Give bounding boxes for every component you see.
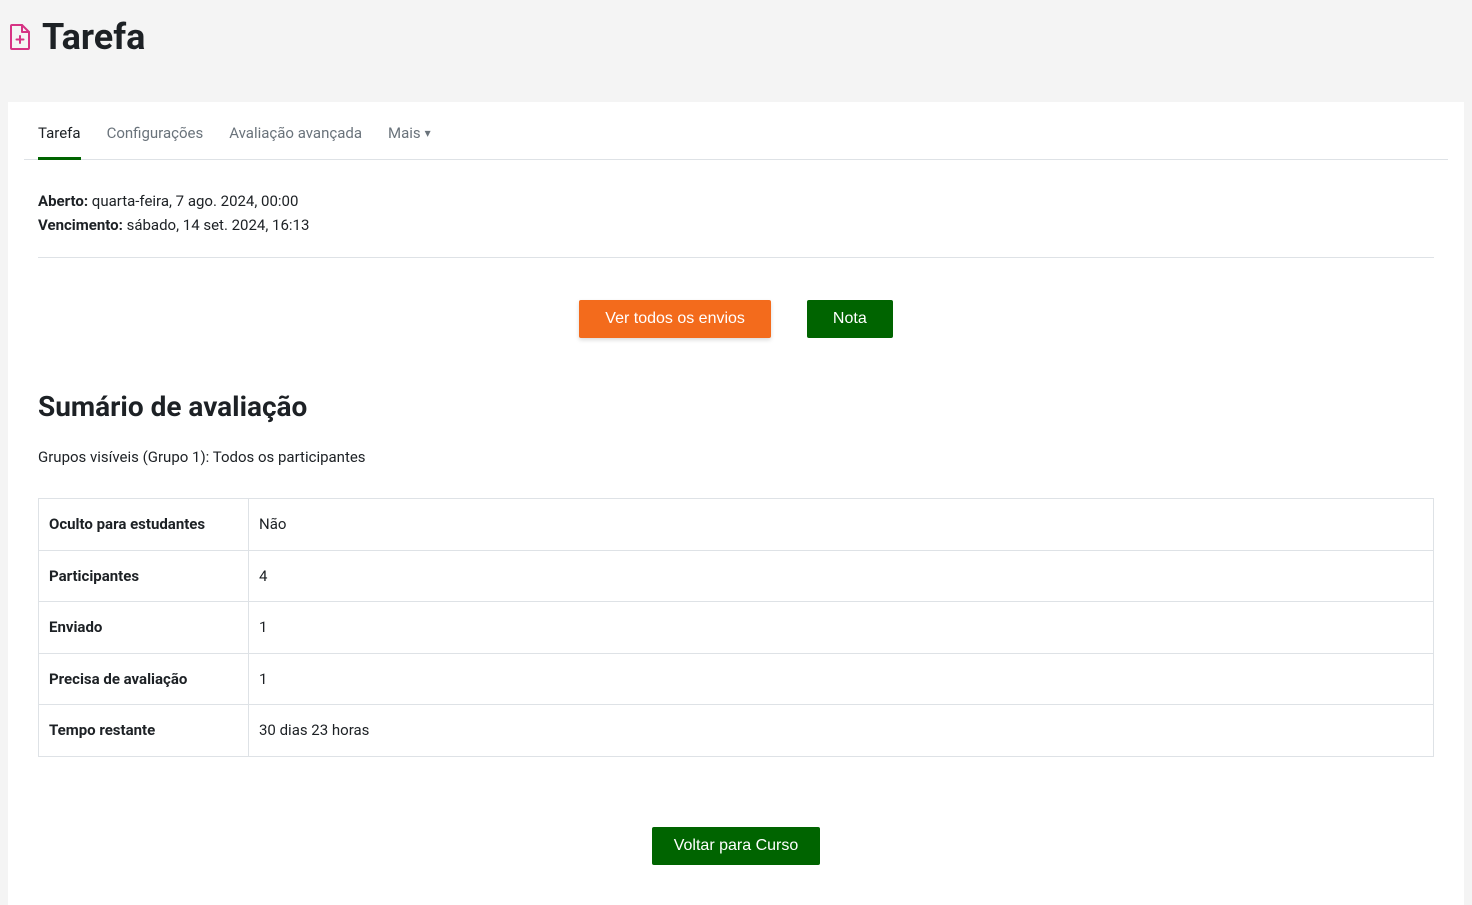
open-date-value: quarta-feira, 7 ago. 2024, 00:00: [92, 192, 299, 210]
tab-label: Avaliação avançada: [229, 122, 362, 145]
tab-tarefa[interactable]: Tarefa: [38, 122, 81, 160]
tab-label: Configurações: [107, 122, 204, 145]
row-value: 30 dias 23 horas: [249, 705, 1434, 757]
action-buttons: Ver todos os envios Nota: [38, 258, 1434, 348]
row-value: Não: [249, 499, 1434, 551]
row-label: Oculto para estudantes: [39, 499, 249, 551]
assignment-icon: [8, 23, 32, 51]
row-value: 4: [249, 550, 1434, 602]
table-row: Participantes 4: [39, 550, 1434, 602]
row-value: 1: [249, 653, 1434, 705]
row-label: Precisa de avaliação: [39, 653, 249, 705]
tab-configuracoes[interactable]: Configurações: [107, 122, 204, 160]
open-date-label: Aberto:: [38, 192, 88, 210]
row-label: Tempo restante: [39, 705, 249, 757]
due-date: Vencimento: sábado, 14 set. 2024, 16:13: [38, 214, 1434, 237]
row-label: Participantes: [39, 550, 249, 602]
table-row: Precisa de avaliação 1: [39, 653, 1434, 705]
grading-summary-table: Oculto para estudantes Não Participantes…: [38, 498, 1434, 757]
due-date-label: Vencimento:: [38, 216, 123, 234]
tabs-nav: Tarefa Configurações Avaliação avançada …: [24, 102, 1448, 160]
page-header: Tarefa: [0, 0, 1472, 102]
tab-label: Mais: [388, 122, 421, 145]
chevron-down-icon: ▾: [425, 124, 431, 142]
page-title: Tarefa: [42, 10, 145, 64]
tab-label: Tarefa: [38, 122, 81, 145]
main-card: Tarefa Configurações Avaliação avançada …: [8, 102, 1464, 905]
row-value: 1: [249, 602, 1434, 654]
view-all-submissions-button[interactable]: Ver todos os envios: [579, 300, 771, 338]
grade-button[interactable]: Nota: [807, 300, 893, 338]
activity-dates: Aberto: quarta-feira, 7 ago. 2024, 00:00…: [38, 160, 1434, 258]
table-row: Enviado 1: [39, 602, 1434, 654]
tab-avaliacao-avancada[interactable]: Avaliação avançada: [229, 122, 362, 160]
table-row: Tempo restante 30 dias 23 horas: [39, 705, 1434, 757]
tab-mais[interactable]: Mais ▾: [388, 122, 431, 160]
open-date: Aberto: quarta-feira, 7 ago. 2024, 00:00: [38, 190, 1434, 213]
table-row: Oculto para estudantes Não: [39, 499, 1434, 551]
footer-actions: Voltar para Curso: [38, 827, 1434, 865]
visible-groups-text: Grupos visíveis (Grupo 1): Todos os part…: [38, 446, 1434, 469]
row-label: Enviado: [39, 602, 249, 654]
grading-summary-heading: Sumário de avaliação: [38, 386, 1434, 428]
due-date-value: sábado, 14 set. 2024, 16:13: [127, 216, 310, 234]
back-to-course-button[interactable]: Voltar para Curso: [652, 827, 821, 865]
